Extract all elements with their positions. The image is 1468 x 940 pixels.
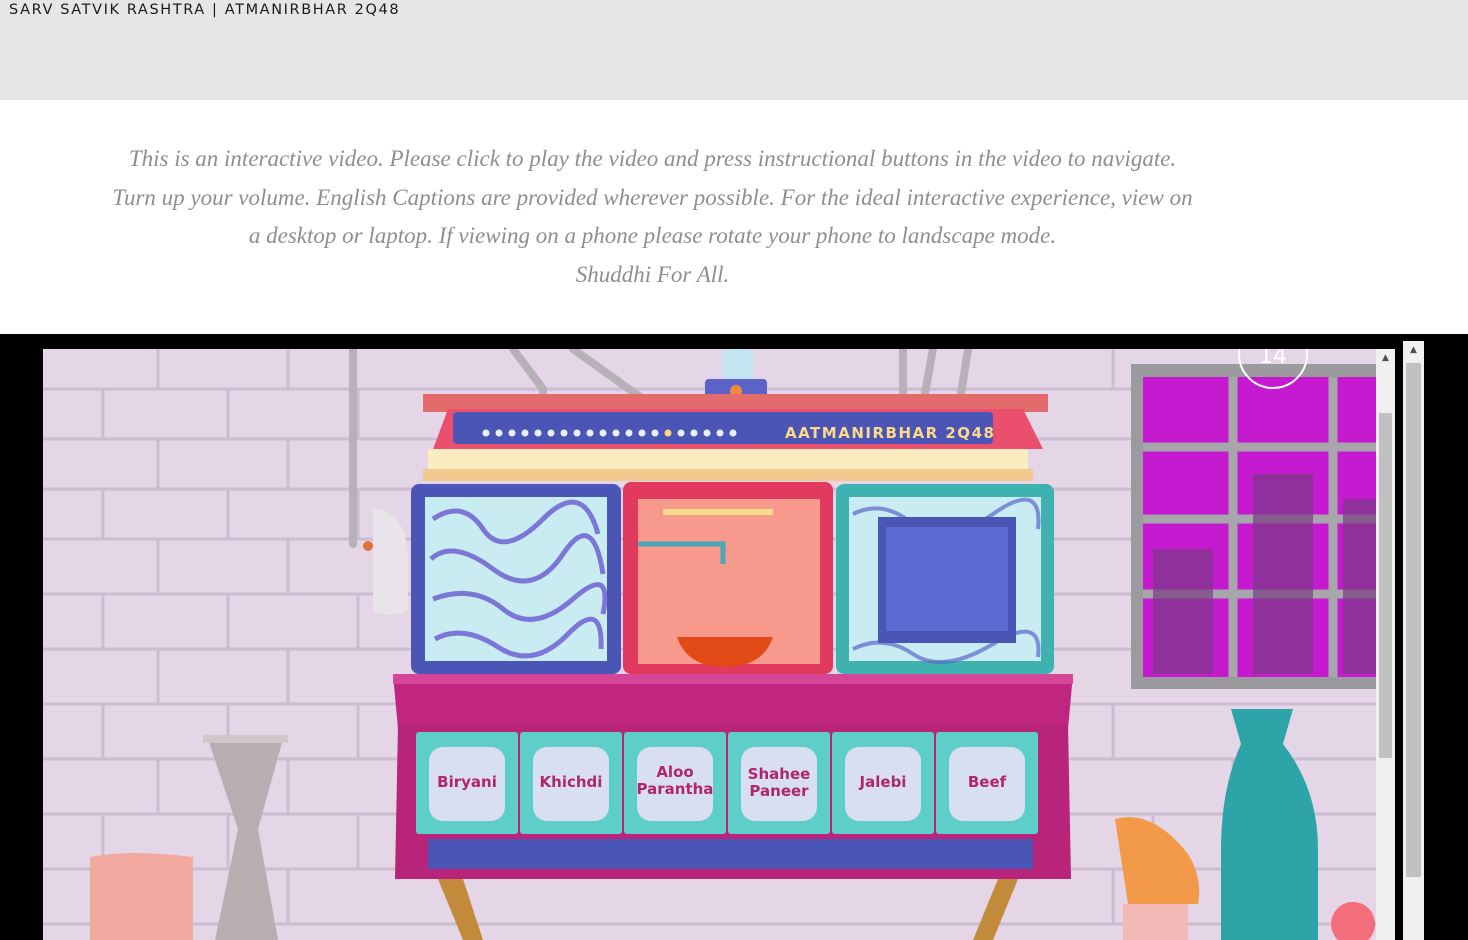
page-scrollbar-thumb[interactable] xyxy=(1406,363,1421,877)
drawer-button-beef[interactable]: Beef xyxy=(968,773,1007,791)
site-title[interactable]: SARV SATVIK RASHTRA | ATMANIRBHAR 2Q48 xyxy=(9,2,400,18)
counter-number: 14 xyxy=(1259,349,1287,369)
drawer-button-aloo-parantha[interactable]: Aloo xyxy=(656,763,693,781)
drawer-button-shahee-paneer[interactable]: Shahee xyxy=(748,765,811,783)
video-scene: AATMANIRBHAR 2Q48 Biryani Khichdi Aloo P… xyxy=(43,349,1376,940)
page-scrollbar[interactable]: ▲ xyxy=(1403,341,1424,940)
video-scrollbar[interactable]: ▲ xyxy=(1376,349,1395,940)
intro-line-1: This is an interactive video. Please cli… xyxy=(128,146,1177,171)
drawer-button-aloo-parantha-line2[interactable]: Parantha xyxy=(637,780,714,798)
machine-label: AATMANIRBHAR 2Q48 xyxy=(785,424,995,442)
intro-line-2: Turn up your volume. English Captions ar… xyxy=(112,184,1193,210)
drawer-button-shahee-paneer-line2[interactable]: Paneer xyxy=(749,782,809,800)
intro-tagline: Shuddhi For All. xyxy=(575,261,730,287)
interactive-video[interactable]: AATMANIRBHAR 2Q48 Biryani Khichdi Aloo P… xyxy=(43,349,1376,940)
intro-line-3: a desktop or laptop. If viewing on a pho… xyxy=(248,223,1057,248)
video-section: AATMANIRBHAR 2Q48 Biryani Khichdi Aloo P… xyxy=(0,334,1468,940)
drawer-button-khichdi[interactable]: Khichdi xyxy=(540,773,603,791)
site-header: SARV SATVIK RASHTRA | ATMANIRBHAR 2Q48 xyxy=(0,0,1468,100)
page-scroll-up-arrow-icon[interactable]: ▲ xyxy=(1403,341,1424,359)
scroll-up-arrow-icon[interactable]: ▲ xyxy=(1376,349,1395,367)
drawer-button-jalebi[interactable]: Jalebi xyxy=(859,773,907,791)
intro-text: This is an interactive video. Please cli… xyxy=(60,140,1245,294)
drawer-button-biryani[interactable]: Biryani xyxy=(437,773,497,791)
video-scrollbar-thumb[interactable] xyxy=(1379,413,1392,758)
